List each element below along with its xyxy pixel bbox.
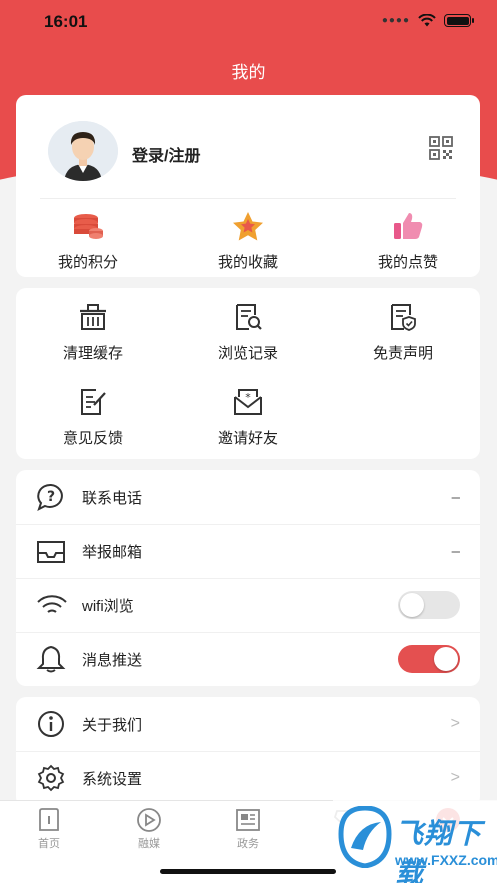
stat-points[interactable]: 我的积分	[40, 209, 136, 272]
shield-doc-icon	[391, 304, 416, 331]
tab-label: 政务	[237, 838, 259, 850]
row-push-notification: 消息推送	[16, 632, 480, 686]
tool-label: 邀请好友	[217, 430, 278, 447]
watermark: 飞翔下载 www.FXXZ.com	[333, 800, 497, 883]
invite-envelope-icon: *	[234, 389, 262, 415]
thumbs-up-icon	[394, 213, 423, 239]
stats-row: 我的积分 我的收藏 我的点赞	[16, 209, 480, 272]
tool-label: 免责声明	[372, 345, 433, 362]
page-title: 我的	[231, 63, 266, 82]
row-report-email[interactable]: 举报邮箱 –	[16, 524, 480, 578]
row-contact-phone[interactable]: ? 联系电话 –	[16, 470, 480, 524]
status-time: 16:01	[44, 12, 88, 31]
news-icon	[236, 809, 260, 831]
settings-card: ? 联系电话 – 举报邮箱 – wifi浏览 消息推送	[16, 470, 480, 686]
row-label: 关于我们	[82, 716, 143, 734]
stat-likes[interactable]: 我的点赞	[360, 209, 456, 272]
watermark-text: 飞翔下载	[395, 818, 483, 883]
inbox-icon	[37, 541, 65, 563]
wifi-browse-toggle[interactable]	[398, 591, 460, 619]
tool-label: 意见反馈	[62, 430, 123, 447]
info-icon	[38, 711, 64, 737]
row-system-settings[interactable]: 系统设置 >	[16, 751, 480, 805]
row-label: 系统设置	[82, 770, 143, 788]
signal-icon: ●●●●	[381, 15, 410, 26]
tab-gov[interactable]: 政务	[218, 807, 278, 851]
watermark-url: www.FXXZ.com	[395, 852, 497, 868]
home-icon	[39, 808, 59, 831]
tool-history[interactable]: 浏览记录	[188, 300, 308, 363]
tool-label: 浏览记录	[217, 345, 278, 362]
row-label: 消息推送	[82, 651, 143, 669]
bell-icon	[36, 645, 66, 673]
svg-text:*: *	[245, 391, 251, 404]
row-about-us[interactable]: 关于我们 >	[16, 697, 480, 751]
tool-label: 清理缓存	[62, 345, 123, 362]
home-indicator	[160, 869, 336, 874]
tool-disclaimer[interactable]: 免责声明	[343, 300, 463, 363]
chevron-right-icon: >	[450, 715, 460, 732]
play-icon	[137, 808, 161, 832]
tools-card: 清理缓存 浏览记录 免责声明 意见反馈 * 邀请好友	[16, 288, 480, 459]
chevron-right-icon: >	[450, 769, 460, 786]
status-icons: ●●●●	[381, 14, 474, 27]
question-bubble-icon: ?	[37, 483, 63, 511]
row-label: 联系电话	[82, 489, 143, 507]
tab-home[interactable]: 首页	[19, 807, 79, 851]
history-doc-icon	[236, 304, 262, 330]
feedback-edit-icon	[81, 389, 106, 415]
tab-media[interactable]: 融媒	[119, 807, 179, 851]
row-value: –	[451, 542, 460, 560]
star-icon	[233, 212, 263, 241]
divider	[40, 198, 456, 199]
tool-feedback[interactable]: 意见反馈	[33, 385, 153, 448]
stat-label: 我的点赞	[377, 254, 438, 271]
stat-label: 我的收藏	[217, 254, 278, 271]
tool-clear-cache[interactable]: 清理缓存	[33, 300, 153, 363]
login-register-link[interactable]: 登录/注册	[132, 142, 200, 166]
row-label: wifi浏览	[82, 597, 134, 615]
row-label: 举报邮箱	[82, 543, 143, 561]
tool-invite[interactable]: * 邀请好友	[188, 385, 308, 448]
coins-icon	[74, 214, 103, 239]
wifi-status-icon	[418, 14, 436, 27]
row-wifi-browse: wifi浏览	[16, 578, 480, 632]
more-card: 关于我们 > 系统设置 >	[16, 697, 480, 807]
stat-label: 我的积分	[57, 254, 118, 271]
battery-icon	[444, 14, 474, 27]
status-bar: 16:01 ●●●●	[0, 0, 497, 44]
profile-card: 登录/注册 我的积分 我的收藏 我的点赞	[16, 95, 480, 277]
avatar[interactable]	[48, 121, 118, 181]
row-value: –	[451, 488, 460, 506]
gear-icon	[37, 764, 65, 792]
push-notification-toggle[interactable]	[398, 645, 460, 673]
svg-text:?: ?	[47, 489, 55, 505]
tab-label: 融媒	[138, 838, 160, 850]
qr-code-icon[interactable]	[429, 136, 453, 160]
trash-basket-icon	[80, 304, 106, 330]
wifi-icon	[37, 595, 67, 613]
tab-label: 首页	[38, 838, 60, 850]
stat-favorites[interactable]: 我的收藏	[200, 209, 296, 272]
watermark-logo	[338, 806, 392, 868]
